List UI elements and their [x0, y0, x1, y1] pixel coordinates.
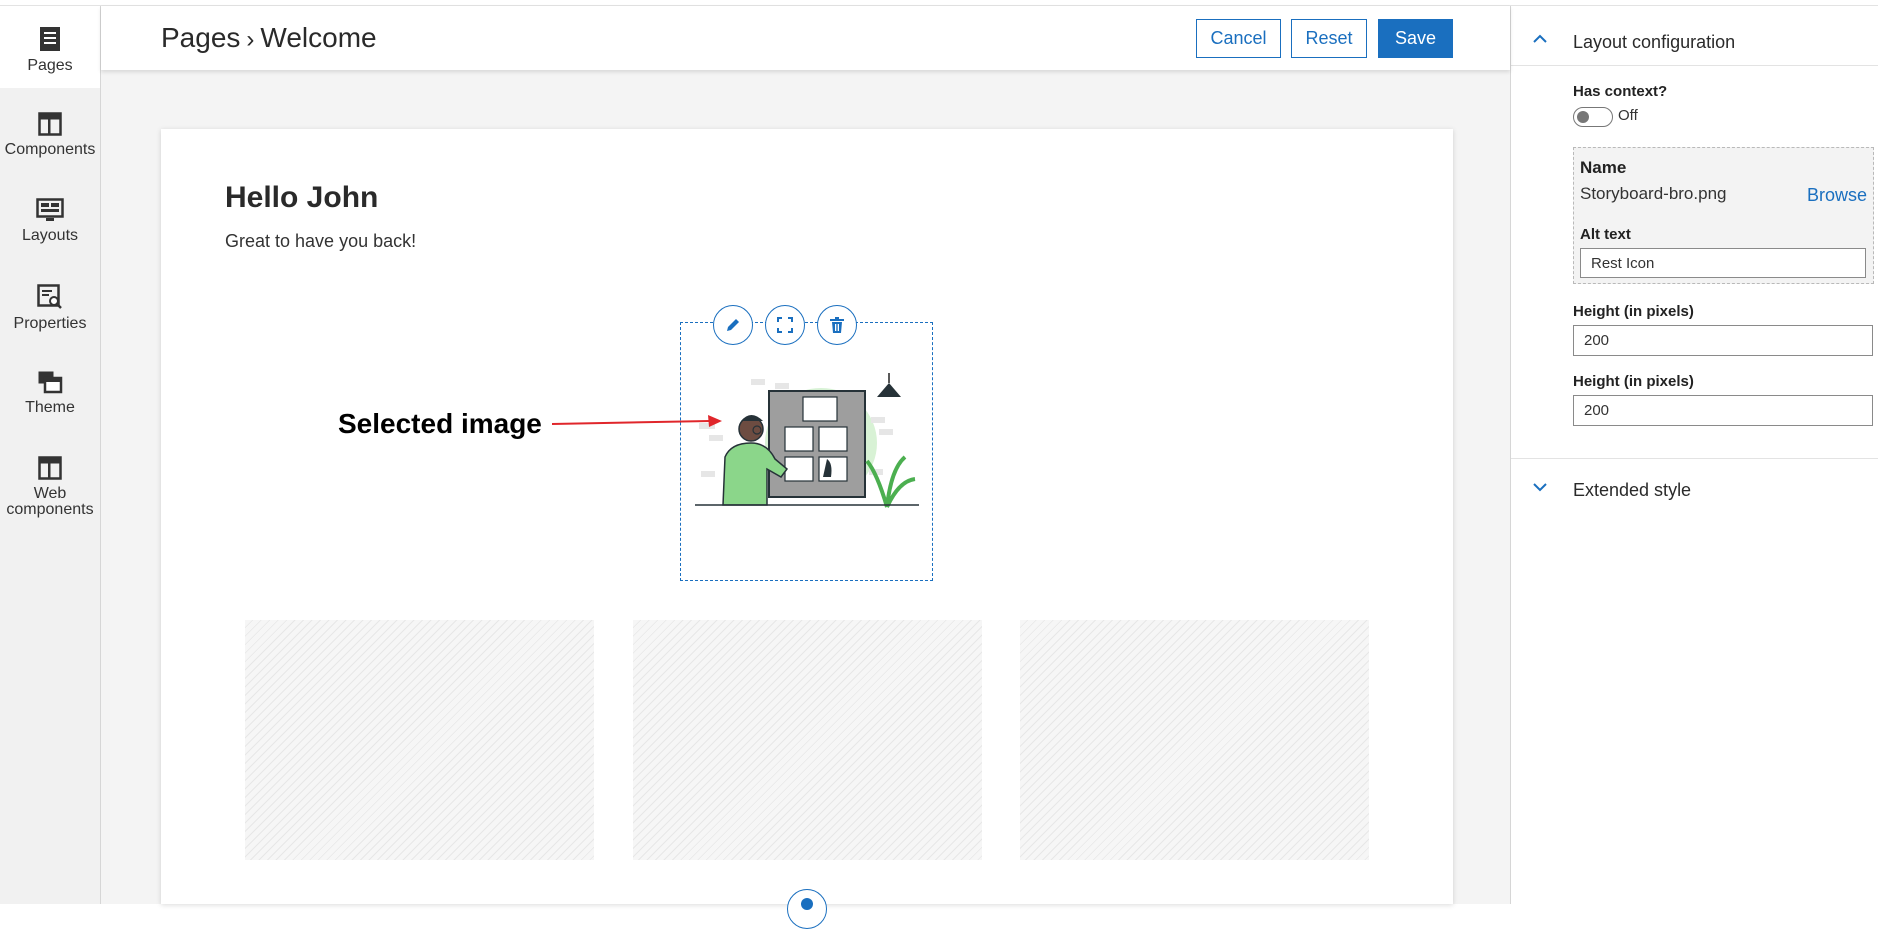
- alt-text-input[interactable]: [1580, 248, 1866, 278]
- page-header: Pages › Welcome Cancel Reset Save: [101, 6, 1510, 70]
- trash-icon: [830, 317, 844, 333]
- height-label-1: Height (in pixels): [1573, 303, 1694, 320]
- rail-item-web-components[interactable]: Web components: [0, 436, 100, 532]
- placeholder-column-1[interactable]: [245, 620, 594, 860]
- pencil-icon: [727, 319, 739, 331]
- rail-label-theme: Theme: [25, 399, 75, 416]
- properties-icon: [37, 284, 62, 309]
- height-input-2[interactable]: [1573, 395, 1873, 426]
- placeholder-column-2[interactable]: [633, 620, 982, 860]
- breadcrumb-separator: ›: [246, 26, 255, 53]
- web-components-icon: [38, 456, 62, 480]
- page-greeting-heading[interactable]: Hello John: [225, 181, 378, 215]
- page-greeting-subtext[interactable]: Great to have you back!: [225, 231, 416, 252]
- rail-item-layouts[interactable]: Layouts: [0, 178, 100, 260]
- rail-label-properties: Properties: [13, 315, 87, 332]
- expand-icon: [777, 317, 793, 333]
- pages-icon: [40, 27, 60, 51]
- right-config-panel: Layout configuration Has context? Off Na…: [1510, 6, 1878, 904]
- height-label-2: Height (in pixels): [1573, 373, 1694, 390]
- add-section-button[interactable]: [787, 889, 827, 929]
- cancel-button[interactable]: Cancel: [1196, 19, 1281, 58]
- annotation-arrow: [551, 415, 722, 427]
- breadcrumb: Pages › Welcome: [161, 22, 377, 54]
- breadcrumb-current: Welcome: [260, 22, 377, 53]
- left-rail: Pages Components Layouts Properties Them…: [0, 6, 101, 904]
- toggle-knob: [1577, 111, 1589, 123]
- reset-button[interactable]: Reset: [1291, 19, 1367, 58]
- image-filename: Storyboard-bro.png: [1580, 184, 1727, 203]
- components-icon: [38, 112, 62, 136]
- browse-link[interactable]: Browse: [1807, 185, 1867, 206]
- alt-text-label: Alt text: [1580, 226, 1631, 243]
- placeholder-column-3[interactable]: [1020, 620, 1369, 860]
- has-context-toggle[interactable]: [1573, 107, 1613, 127]
- rail-label-web-components: Web components: [6, 485, 94, 518]
- panel-divider: [1511, 65, 1878, 66]
- annotation-label: Selected image: [338, 408, 542, 439]
- save-button[interactable]: Save: [1378, 19, 1453, 58]
- image-settings-group: Name Storyboard-bro.png Browse Alt text: [1573, 147, 1874, 284]
- name-label: Name: [1580, 158, 1627, 177]
- breadcrumb-root[interactable]: Pages: [161, 22, 240, 53]
- rail-item-theme[interactable]: Theme: [0, 350, 100, 432]
- edit-image-button[interactable]: [713, 305, 753, 345]
- layouts-icon: [36, 198, 64, 221]
- chevron-up-icon: [1533, 34, 1547, 43]
- resize-image-button[interactable]: [765, 305, 805, 345]
- rail-label-components: Components: [4, 141, 96, 158]
- rail-item-properties[interactable]: Properties: [0, 264, 100, 346]
- has-context-label: Has context?: [1573, 83, 1668, 100]
- rail-label-pages: Pages: [27, 57, 73, 74]
- has-context-state: Off: [1618, 107, 1638, 124]
- storyboard-illustration: [695, 373, 919, 508]
- rail-item-components[interactable]: Components: [0, 92, 100, 174]
- delete-image-button[interactable]: [817, 305, 857, 345]
- panel-divider: [1511, 458, 1878, 459]
- chevron-down-icon: [1533, 483, 1547, 492]
- theme-icon: [38, 371, 63, 394]
- selected-image-frame[interactable]: [680, 305, 933, 581]
- page-preview-card: Hello John Great to have you back!: [161, 129, 1453, 929]
- height-input-1[interactable]: [1573, 325, 1873, 356]
- extended-style-header[interactable]: Extended style: [1511, 460, 1878, 520]
- rail-item-pages[interactable]: Pages: [0, 6, 100, 88]
- extended-style-title: Extended style: [1573, 479, 1692, 500]
- rail-label-layouts: Layouts: [21, 227, 79, 244]
- layout-configuration-title: Layout configuration: [1573, 31, 1736, 52]
- layout-configuration-header[interactable]: Layout configuration: [1511, 12, 1878, 72]
